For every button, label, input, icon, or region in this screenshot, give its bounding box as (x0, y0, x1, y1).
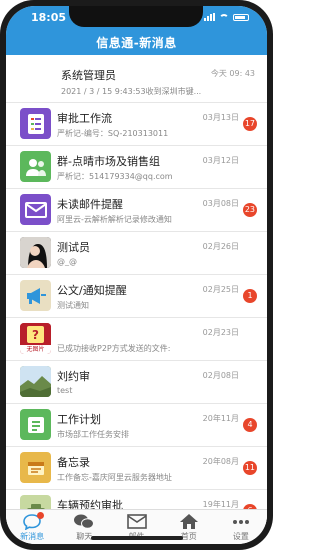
message-title: 未读邮件提醒 (57, 198, 123, 211)
home-indicator (91, 536, 183, 540)
no-image-icon: ? 无图片 (20, 323, 51, 354)
message-date: 03月08日 (202, 199, 239, 208)
message-title: 群-点晴市场及销售组 (57, 155, 160, 168)
approval-icon (20, 108, 51, 139)
message-preview: 已成功接收P2P方式发送的文件: (57, 344, 171, 353)
message-date: 02月25日 (202, 285, 239, 294)
unread-badge: 23 (242, 203, 257, 217)
tab-chat-bubble[interactable]: 新消息 (6, 510, 58, 544)
wifi-icon (219, 14, 229, 21)
message-item[interactable]: 群-点晴市场及销售组严析记：514179334@qq.com 03月12日 (6, 146, 267, 189)
system-message-item[interactable]: 系统管理员 今天 09: 43 2021 / 3 / 15 9:43:53收到深… (6, 55, 267, 103)
message-item[interactable]: 刘约审 test 02月08日 (6, 361, 267, 404)
message-item[interactable]: 备忘录工作备忘-嘉庆阿里云服务器地址 20年08月 11 (6, 447, 267, 490)
signal-icon (204, 13, 215, 21)
battery-icon (233, 14, 249, 21)
message-item[interactable]: 公文/通知提醒测试通知 02月25日 1 (6, 275, 267, 318)
unread-badge: 1 (243, 289, 257, 303)
memo-icon (20, 452, 51, 483)
app-header: 18:05 信息通-新消息 (6, 6, 267, 55)
tab-label: 聊天 (76, 532, 93, 541)
no-image-label: 无图片 (26, 346, 45, 353)
message-title: 审批工作流 (57, 112, 112, 125)
message-title: 测试员 (57, 241, 90, 254)
plan-icon (20, 409, 51, 440)
message-date: 02月23日 (202, 328, 239, 337)
message-preview: 市场部工作任务安排 (57, 430, 129, 439)
home-icon (179, 512, 199, 530)
mail-icon (20, 194, 51, 225)
group-icon (20, 151, 51, 182)
phone-frame: 18:05 信息通-新消息 系统管理员 今天 09: 43 2021 / 3 /… (0, 0, 273, 550)
message-item[interactable]: 审批工作流严析记-编号：SQ-210313011 03月13日 17 (6, 103, 267, 146)
message-preview: 工作备忘-嘉庆阿里云服务器地址 (57, 473, 172, 482)
phone-notch (69, 6, 203, 27)
phone-screen: 18:05 信息通-新消息 系统管理员 今天 09: 43 2021 / 3 /… (6, 6, 267, 544)
system-message-title: 系统管理员 (61, 69, 116, 82)
system-message-date: 今天 09: 43 (210, 69, 255, 78)
tab-label: 新消息 (20, 532, 45, 541)
message-date: 02月08日 (202, 371, 239, 380)
message-date: 03月13日 (202, 113, 239, 122)
message-item[interactable]: 测试员 @_@ 02月26日 (6, 232, 267, 275)
message-list: 系统管理员 今天 09: 43 2021 / 3 / 15 9:43:53收到深… (6, 55, 267, 533)
message-date: 03月12日 (202, 156, 239, 165)
message-item[interactable]: 未读邮件提醒阿里云-云解析解析记录修改通知 03月08日 23 (6, 189, 267, 232)
message-item[interactable]: ? 无图片 已成功接收P2P方式发送的文件: 02月23日 (6, 318, 267, 361)
unread-badge: 11 (242, 461, 257, 475)
message-date: 20年11月 (202, 414, 239, 423)
notification-dot (37, 512, 45, 519)
message-title: 备忘录 (57, 456, 90, 469)
message-date: 02月26日 (202, 242, 239, 251)
message-date: 20年08月 (202, 457, 239, 466)
message-preview: 严析记：514179334@qq.com (57, 172, 173, 181)
tab-label: 设置 (232, 532, 249, 541)
mail-icon (126, 512, 147, 530)
system-message-preview: 2021 / 3 / 15 9:43:53收到深圳市键... (61, 87, 202, 96)
message-preview: 测试通知 (57, 301, 89, 310)
message-preview: @_@ (57, 257, 77, 266)
message-preview: 严析记-编号：SQ-210313011 (57, 129, 169, 138)
tab-more[interactable]: 设置 (215, 510, 267, 544)
landscape-photo (20, 366, 51, 397)
message-title: 公文/通知提醒 (57, 284, 127, 297)
message-preview: test (57, 386, 73, 395)
message-item[interactable]: 工作计划市场部工作任务安排 20年11月 4 (6, 404, 267, 447)
svg-text:?: ? (32, 328, 39, 342)
unread-badge: 17 (242, 117, 257, 131)
megaphone-icon (20, 280, 51, 311)
tab-label: 首页 (180, 532, 197, 541)
message-title: 工作计划 (57, 413, 101, 426)
message-title: 刘约审 (57, 370, 90, 383)
wechat-icon (73, 512, 95, 530)
avatar-photo (20, 237, 51, 268)
status-icons (204, 13, 249, 21)
unread-badge: 4 (243, 418, 257, 432)
more-icon (231, 512, 251, 530)
page-title: 信息通-新消息 (96, 36, 177, 50)
status-time: 18:05 (31, 11, 67, 24)
message-preview: 阿里云-云解析解析记录修改通知 (57, 215, 172, 224)
